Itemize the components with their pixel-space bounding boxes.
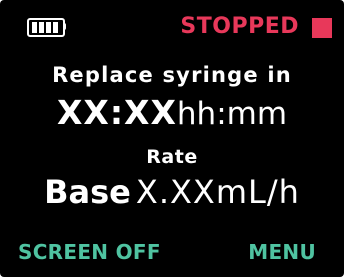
syringe-time: XX:XXhh:mm <box>0 93 344 139</box>
stop-square-icon <box>312 18 332 38</box>
syringe-heading: Replace syringe in <box>52 63 292 87</box>
syringe-time-value: XX:XX <box>56 93 177 132</box>
status-label: STOPPED <box>180 14 299 39</box>
rate-value: X.XXmL/h <box>135 173 300 211</box>
rate-heading: Rate <box>146 146 198 168</box>
rate-readout: Base X.XXmL/h <box>0 170 344 220</box>
battery-full-icon <box>27 18 67 37</box>
syringe-time-unit: hh:mm <box>176 96 288 132</box>
menu-softkey[interactable]: MENU <box>248 239 316 265</box>
pump-display: STOPPED Replace syringe in XX:XXhh:mm Ra… <box>0 0 344 277</box>
screen-off-softkey[interactable]: SCREEN OFF <box>18 239 161 265</box>
rate-label: Base <box>44 173 131 211</box>
